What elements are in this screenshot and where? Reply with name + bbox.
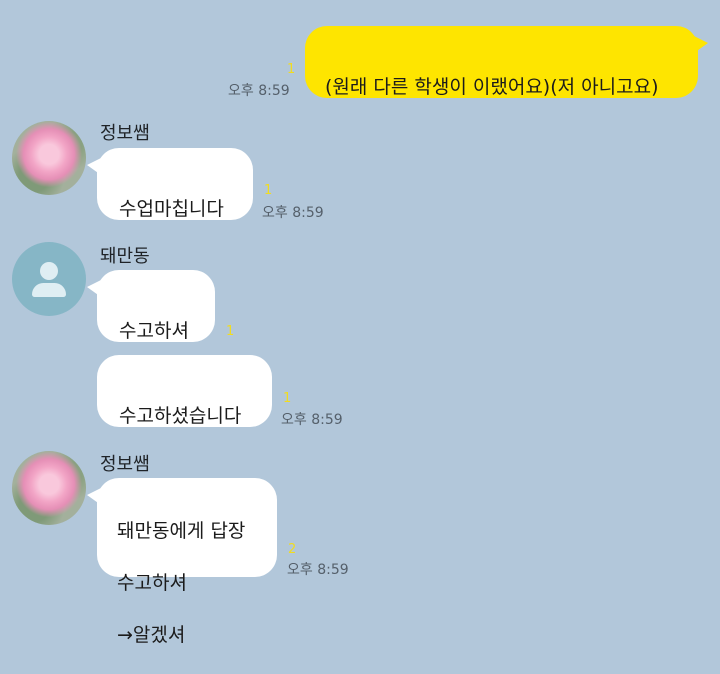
message-bubble[interactable]: 수고하셨습니다 xyxy=(97,355,272,427)
unread-count: 1 xyxy=(283,391,292,406)
sender-name: 정보쌤 xyxy=(100,454,150,475)
sender-name: 정보쌤 xyxy=(100,123,150,144)
unread-count: 1 xyxy=(287,62,296,77)
message-text: (원래 다른 학생이 이랬어요)(저 아니고요) xyxy=(325,76,659,98)
unread-count: 1 xyxy=(264,183,273,198)
message-time: 오후 8:59 xyxy=(281,412,343,428)
message-time: 오후 8:59 xyxy=(228,83,290,99)
person-icon-body xyxy=(32,283,66,297)
reply-header: 돼만동에게 답장 xyxy=(117,520,246,542)
person-icon-head xyxy=(40,262,58,280)
default-profile-avatar[interactable] xyxy=(12,242,86,316)
unread-count: 1 xyxy=(226,324,235,339)
message-text: 수업마칩니다 xyxy=(119,198,224,220)
message-time: 오후 8:59 xyxy=(287,562,349,578)
sender-name: 돼만동 xyxy=(100,246,150,267)
message-text: →알겠셔 xyxy=(117,624,186,646)
reply-message-bubble[interactable]: 돼만동에게 답장 수고하셔 →알겠셔 xyxy=(87,478,277,646)
message-bubble[interactable]: 수고하셔 xyxy=(87,270,215,342)
chat-room: 1 오후 8:59 (원래 다른 학생이 이랬어요)(저 아니고요) 정보쌤 수… xyxy=(0,0,720,646)
profile-avatar[interactable] xyxy=(12,451,86,525)
message-text: 수고하셨습니다 xyxy=(119,405,242,427)
unread-count: 2 xyxy=(288,542,297,557)
message-time: 오후 8:59 xyxy=(262,205,324,221)
my-message-bubble[interactable]: (원래 다른 학생이 이랬어요)(저 아니고요) xyxy=(305,26,708,98)
quoted-message: 수고하셔 xyxy=(117,572,187,594)
message-text: 수고하셔 xyxy=(119,320,189,342)
profile-avatar[interactable] xyxy=(12,121,86,195)
message-bubble[interactable]: 수업마칩니다 xyxy=(87,148,253,220)
